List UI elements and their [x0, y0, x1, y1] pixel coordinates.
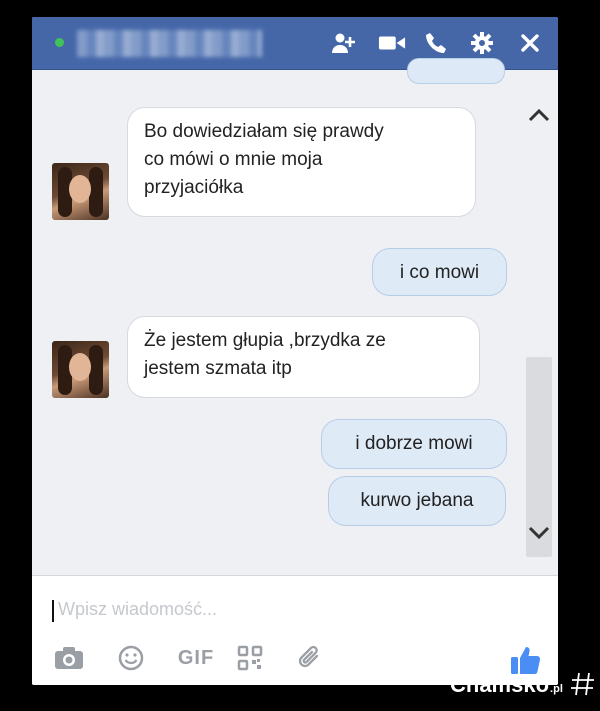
message-bubble-incoming: Że jestem głupia ,brzydka ze jestem szma…: [127, 316, 480, 398]
phone-icon[interactable]: [422, 29, 450, 57]
attachment-icon[interactable]: [294, 644, 326, 672]
message-line: przyjaciółka: [144, 177, 244, 198]
message-bubble-outgoing: i dobrze mowi: [321, 419, 507, 469]
contact-avatar[interactable]: [52, 163, 109, 220]
message-line: Bo dowiedziałam się prawdy: [144, 121, 384, 142]
scroll-up-chevron-icon[interactable]: [528, 104, 550, 126]
chat-window: Bo dowiedziałam się prawdy co mówi o mni…: [32, 17, 558, 685]
close-icon[interactable]: [516, 29, 544, 57]
contact-avatar[interactable]: [52, 341, 109, 398]
message-bubble-outgoing: kurwo jebana: [328, 476, 506, 526]
camera-icon[interactable]: [52, 644, 86, 672]
video-call-icon[interactable]: [378, 29, 406, 57]
message-bubble-outgoing: i co mowi: [372, 248, 507, 296]
message-line: co mówi o mnie moja: [144, 149, 323, 170]
message-bubble-incoming: Bo dowiedziałam się prawdy co mówi o mni…: [127, 107, 476, 217]
message-composer[interactable]: Wpisz wiadomość... GIF: [32, 575, 558, 685]
message-line: Że jestem głupia ,brzydka ze: [144, 330, 386, 351]
hash-icon: [571, 672, 594, 696]
watermark-name: Chamsko: [450, 672, 550, 697]
message-line: jestem szmata itp: [144, 358, 292, 379]
watermark-tld: .pl: [550, 683, 563, 695]
scroll-down-chevron-icon[interactable]: [528, 522, 550, 544]
previous-message-bubble: [407, 58, 505, 84]
message-input[interactable]: Wpisz wiadomość...: [58, 599, 217, 620]
contact-name-blurred[interactable]: [77, 30, 262, 57]
message-list[interactable]: Bo dowiedziałam się prawdy co mówi o mni…: [32, 58, 558, 575]
add-person-icon[interactable]: [330, 29, 358, 57]
site-watermark: Chamsko .pl: [450, 672, 563, 700]
qr-code-icon[interactable]: [234, 644, 266, 672]
settings-icon[interactable]: [468, 29, 496, 57]
emoji-icon[interactable]: [116, 644, 146, 672]
text-caret: [52, 600, 54, 622]
online-status-indicator: [55, 38, 64, 47]
gif-button[interactable]: GIF: [175, 644, 217, 672]
